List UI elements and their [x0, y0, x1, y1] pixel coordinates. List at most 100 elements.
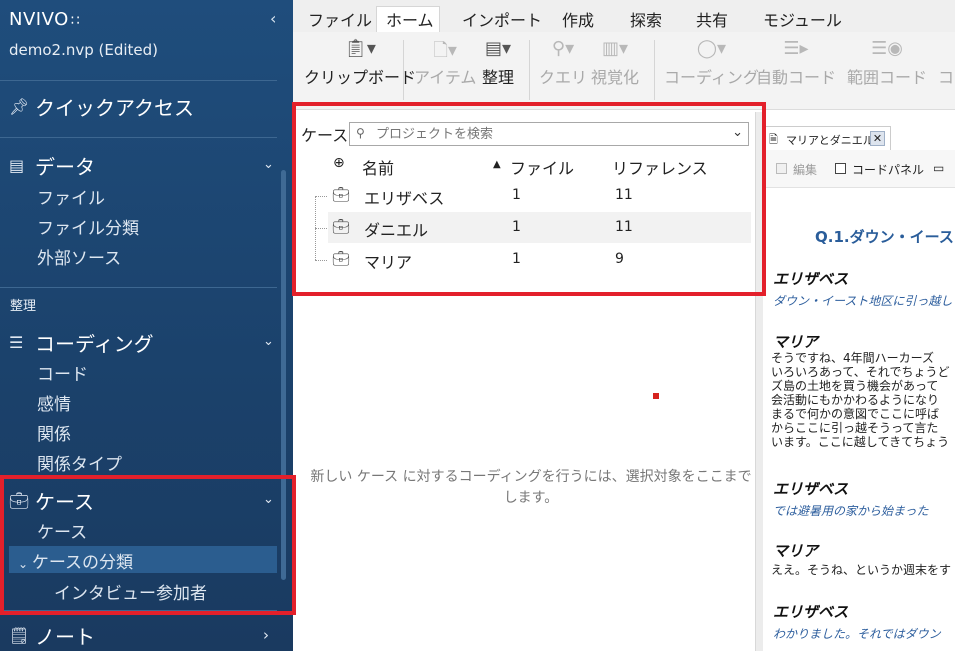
- tab-explore[interactable]: 探索: [630, 7, 662, 31]
- tab-modules[interactable]: モジュール: [763, 7, 842, 31]
- navigation-sidebar: NVIVO ∷ ‹ demo2.nvp (Edited) 📌︎ クイックアクセス …: [0, 0, 293, 651]
- clipboard-button[interactable]: 📋︎▾ クリップボード: [304, 38, 416, 88]
- search-box[interactable]: ⚲ ⌄: [349, 122, 749, 146]
- briefcase-icon: 💼︎: [9, 491, 30, 510]
- sidebar-item-codes[interactable]: コード: [37, 360, 88, 385]
- coding-section-header[interactable]: ☰ コーディング: [9, 328, 154, 357]
- code-panel-checkbox[interactable]: [835, 163, 846, 174]
- chevron-right-icon[interactable]: ›: [263, 626, 269, 644]
- menu-bar: ファイル ホーム インポート 作成 探索 共有 モジュール: [293, 0, 955, 32]
- sidebar-item-cases[interactable]: ケース: [37, 518, 87, 543]
- sidebar-item-files[interactable]: ファイル: [37, 184, 105, 209]
- quick-access-header[interactable]: 📌︎ クイックアクセス: [9, 92, 194, 121]
- data-icon: ▤: [9, 156, 25, 175]
- organize-button[interactable]: ▤▾ 整理: [482, 38, 514, 88]
- speaker-name: マリア: [773, 542, 819, 560]
- speech-text: ダウン・イースト地区に引っ越し: [773, 294, 953, 308]
- query-button[interactable]: ⚲▾ クエリ: [539, 38, 587, 88]
- drop-hint-text[interactable]: 新しい ケース に対するコーディングを行うには、選択対象をここまで します。: [306, 467, 756, 509]
- item-button[interactable]: 🗋︎▾ アイテム: [414, 38, 476, 88]
- document-toolbar: 編集 コードパネル ▭: [763, 150, 955, 188]
- sidebar-item-relationships[interactable]: 関係: [37, 420, 71, 445]
- edit-label: 編集: [793, 163, 818, 177]
- tree-connector: [315, 260, 327, 261]
- speech-text: では避暑用の家から始まった: [773, 504, 929, 518]
- nvivo-logo: NVIVO ∷: [9, 9, 81, 30]
- chevron-down-icon[interactable]: ⌄: [263, 492, 274, 507]
- speech-text: そうですね、4年間ハーカーズ: [771, 351, 935, 365]
- tab-share[interactable]: 共有: [696, 7, 728, 31]
- speech-text: わかりました。それではダウン: [773, 627, 941, 641]
- divider: [529, 40, 530, 100]
- notes-section-header[interactable]: 🗒︎ ノート: [9, 621, 95, 650]
- coding-icon: ☰: [9, 333, 24, 352]
- panel-splitter[interactable]: [755, 112, 763, 651]
- search-icon: ⚲: [356, 126, 365, 140]
- speaker-name: エリザベス: [773, 480, 849, 498]
- range-code-button[interactable]: ☰◉ 範囲コード: [847, 38, 927, 88]
- column-header-references[interactable]: リファレンス: [612, 155, 708, 179]
- table-row[interactable]: 💼︎ マリア 1 9: [328, 244, 751, 275]
- document-tab[interactable]: 🗎︎ マリアとダニエル ✕: [763, 126, 891, 150]
- divider: [0, 137, 277, 138]
- divider: [0, 610, 277, 611]
- project-name: demo2.nvp (Edited): [9, 41, 159, 59]
- cases-section-header[interactable]: 💼︎ ケース: [9, 486, 94, 515]
- auto-code-button[interactable]: ☰▸ 自動コード: [756, 38, 836, 88]
- case-list-panel: ケース ⚲ ⌄ ⊕ 名前 ▲ ファイル リファレンス 💼︎ エリザベス 1 11…: [296, 112, 755, 651]
- tab-import[interactable]: インポート: [462, 7, 542, 31]
- speech-text: からここに引っ越そうって言た: [771, 421, 939, 435]
- organize-icon: ▤▾: [484, 38, 512, 59]
- clipboard-icon: 📋︎▾: [344, 38, 376, 59]
- chevron-down-icon[interactable]: ⌄: [732, 125, 743, 140]
- visualize-button[interactable]: ▥▾ 視覚化: [591, 38, 639, 88]
- sidebar-item-interview-participants[interactable]: インタビュー参加者: [54, 579, 207, 604]
- tab-home[interactable]: ホーム: [386, 7, 434, 31]
- speech-text: います。ここに越してきてちょう: [771, 435, 950, 449]
- sidebar-item-case-classifications[interactable]: ⌄ ケースの分類: [18, 548, 133, 573]
- speaker-name: エリザベス: [773, 270, 849, 288]
- query-icon: ⚲▾: [551, 38, 575, 59]
- column-header-name[interactable]: 名前: [362, 155, 394, 179]
- pin-icon: 📌︎: [9, 97, 30, 116]
- coding-circle-icon: ◯▾: [696, 38, 727, 59]
- sidebar-item-relationship-types[interactable]: 関係タイプ: [37, 450, 122, 475]
- sidebar-scrollbar[interactable]: [281, 170, 286, 580]
- note-icon: 🗒︎: [9, 626, 30, 645]
- add-column-icon[interactable]: ⊕: [333, 155, 345, 171]
- range-code-icon: ☰◉: [871, 38, 903, 59]
- overflow-icon: ​: [938, 38, 954, 64]
- search-input[interactable]: [376, 125, 716, 143]
- document-icon: 🗋︎▾: [433, 40, 457, 61]
- cursor-marker: [653, 393, 659, 399]
- chevron-down-icon[interactable]: ⌄: [263, 334, 274, 349]
- speech-text: ズ島の土地を買う機会があって: [771, 379, 939, 393]
- speaker-name: マリア: [773, 333, 819, 351]
- chevron-down-icon[interactable]: ⌄: [263, 157, 274, 172]
- chevron-down-icon: ⌄: [18, 557, 32, 571]
- table-row[interactable]: 💼︎ ダニエル 1 11: [328, 212, 751, 243]
- collapse-sidebar-icon[interactable]: ‹: [270, 9, 276, 28]
- sidebar-item-file-classifications[interactable]: ファイル分類: [37, 214, 139, 239]
- edit-checkbox[interactable]: [776, 163, 787, 174]
- divider: [0, 80, 277, 81]
- more-tool-button[interactable]: ​ コ: [938, 38, 954, 88]
- table-row[interactable]: 💼︎ エリザベス 1 11: [328, 180, 751, 211]
- case-icon: 💼︎: [332, 251, 350, 267]
- data-section-header[interactable]: ▤ データ: [9, 151, 95, 180]
- panel-title: ケース: [301, 126, 349, 145]
- ribbon: ファイル ホーム インポート 作成 探索 共有 モジュール 📋︎▾ クリップボー…: [293, 0, 955, 110]
- annotation-icon[interactable]: ▭: [933, 161, 944, 175]
- speech-text: 会活動にもかかわるようになり: [771, 393, 940, 407]
- tab-file[interactable]: ファイル: [308, 7, 372, 31]
- coding-button[interactable]: ◯▾ コーディング: [664, 38, 759, 88]
- sort-ascending-icon: ▲: [493, 159, 501, 170]
- tree-connector: [315, 196, 327, 197]
- sidebar-item-sentiment[interactable]: 感情: [37, 390, 71, 415]
- divider: [654, 40, 655, 100]
- auto-code-icon: ☰▸: [783, 38, 809, 59]
- sidebar-item-externals[interactable]: 外部ソース: [37, 244, 121, 269]
- close-icon[interactable]: ✕: [870, 131, 885, 146]
- column-header-files[interactable]: ファイル: [510, 155, 574, 179]
- tab-create[interactable]: 作成: [562, 7, 594, 31]
